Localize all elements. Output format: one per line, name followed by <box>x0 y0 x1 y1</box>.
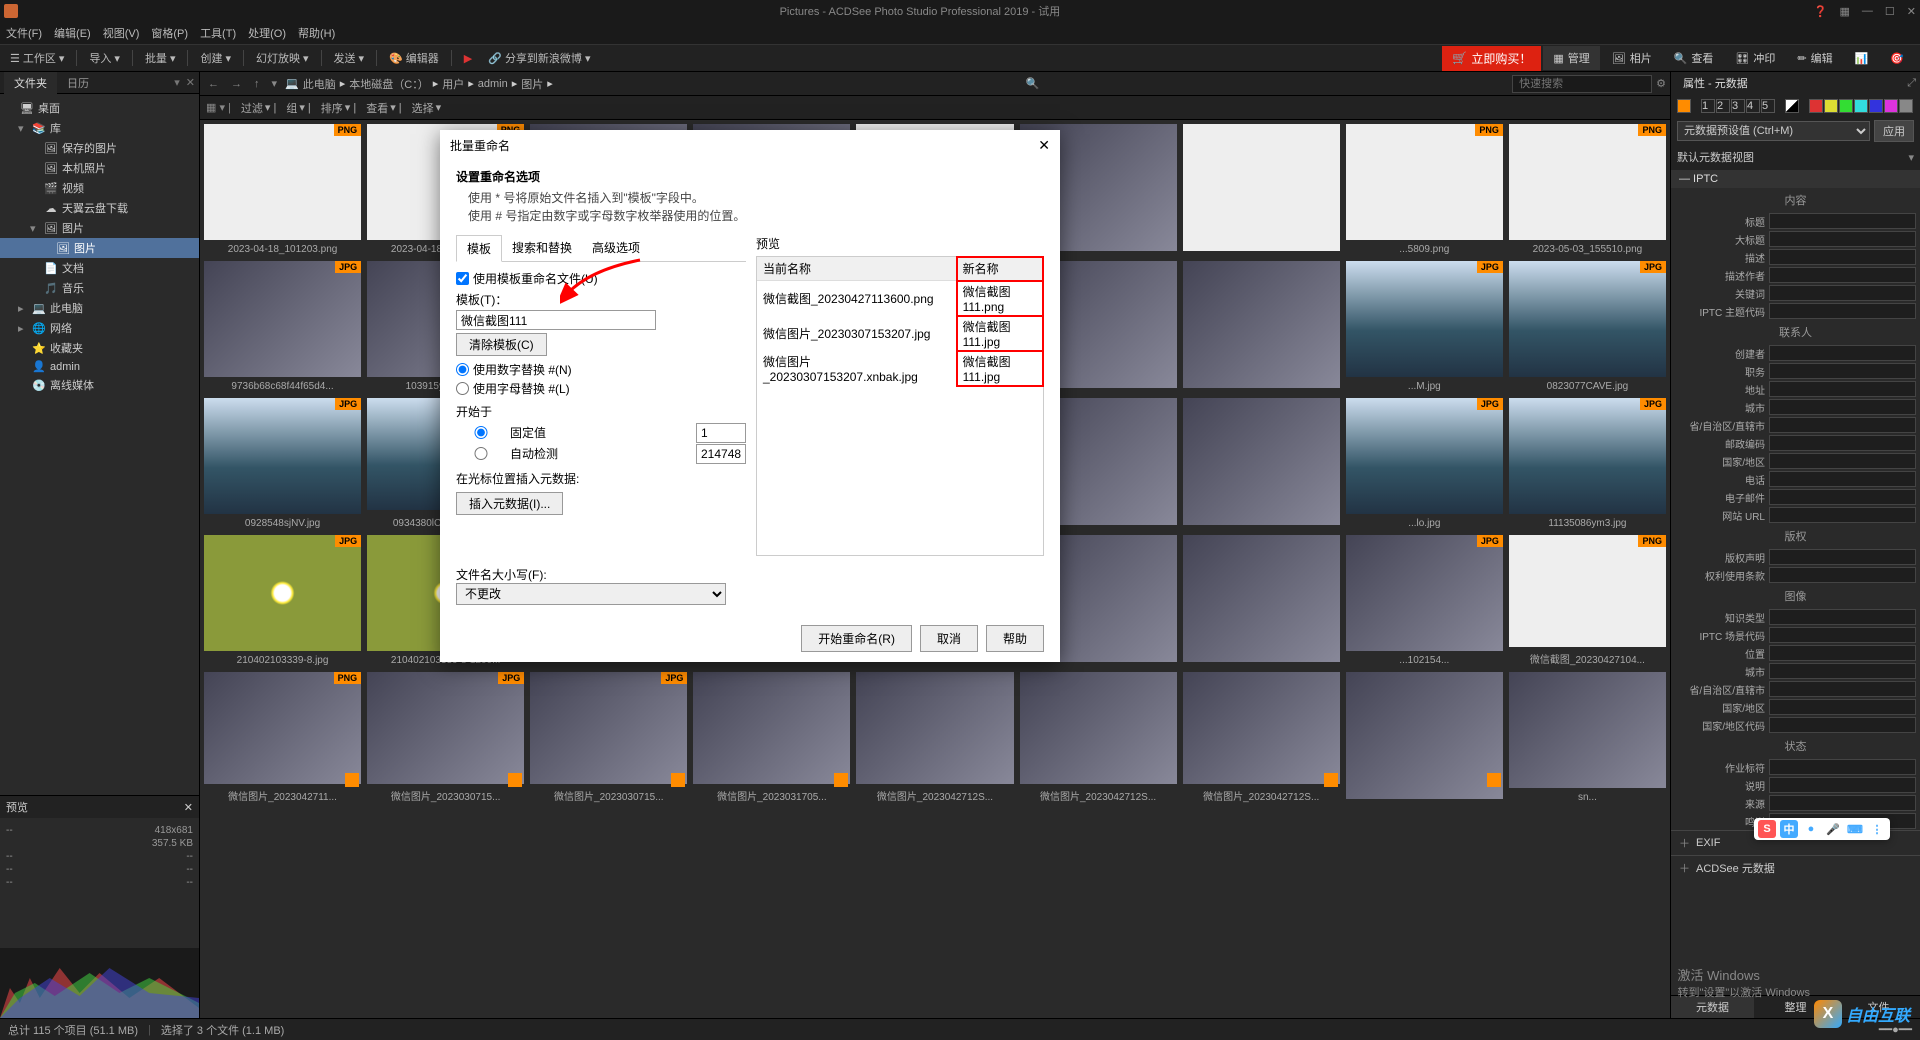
dialog-title: 批量重命名 <box>450 137 510 154</box>
radio-fixed[interactable] <box>456 426 506 439</box>
spin-fixed[interactable] <box>696 423 746 443</box>
spin-auto[interactable] <box>696 444 746 464</box>
col-current: 当前名称 <box>757 257 957 281</box>
cancel-button[interactable]: 取消 <box>920 625 978 652</box>
opts-desc1: 使用 * 号将原始文件名插入到"模板"字段中。 <box>456 189 1044 207</box>
dtab-template[interactable]: 模板 <box>456 235 502 262</box>
batch-rename-dialog: 批量重命名 ✕ 设置重命名选项 使用 * 号将原始文件名插入到"模板"字段中。 … <box>440 130 1060 662</box>
radio-auto[interactable] <box>456 447 506 460</box>
dtab-advanced[interactable]: 高级选项 <box>582 235 650 261</box>
cb-use-template[interactable] <box>456 272 469 285</box>
template-input[interactable] <box>456 310 656 330</box>
clear-template-button[interactable]: 清除模板(C) <box>456 333 547 356</box>
opts-heading: 设置重命名选项 <box>456 168 1044 185</box>
preview-current: 微信截图_20230427113600.png <box>757 281 957 317</box>
insert-metadata-button[interactable]: 插入元数据(I)... <box>456 492 563 515</box>
ime-bar[interactable]: S 中 ● 🎤 ⌨ ⋮ <box>1754 818 1890 840</box>
preview-current: 微信图片_20230307153207.jpg <box>757 316 957 351</box>
radio-numeric[interactable] <box>456 363 469 376</box>
preview-table: 当前名称 新名称 微信截图_20230427113600.png微信截图111.… <box>756 256 1044 556</box>
site-watermark: X 自由互联 <box>1814 1000 1910 1028</box>
dialog-overlay: 批量重命名 ✕ 设置重命名选项 使用 * 号将原始文件名插入到"模板"字段中。 … <box>0 0 1920 1040</box>
preview-new: 微信截图111.jpg <box>957 351 1043 386</box>
col-new: 新名称 <box>957 257 1043 281</box>
dtab-search[interactable]: 搜索和替换 <box>502 235 582 261</box>
preview-new: 微信截图111.jpg <box>957 316 1043 351</box>
radio-alpha[interactable] <box>456 382 469 395</box>
dialog-close-icon[interactable]: ✕ <box>1038 137 1050 154</box>
case-select[interactable]: 不更改 <box>456 583 726 605</box>
preview-label: 预览 <box>756 235 1044 252</box>
start-rename-button[interactable]: 开始重命名(R) <box>801 625 912 652</box>
preview-current: 微信图片_20230307153207.xnbak.jpg <box>757 351 957 386</box>
preview-new: 微信截图111.png <box>957 281 1043 317</box>
opts-desc2: 使用 # 号指定由数字或字母数字枚举器使用的位置。 <box>456 207 1044 225</box>
help-button[interactable]: 帮助 <box>986 625 1044 652</box>
